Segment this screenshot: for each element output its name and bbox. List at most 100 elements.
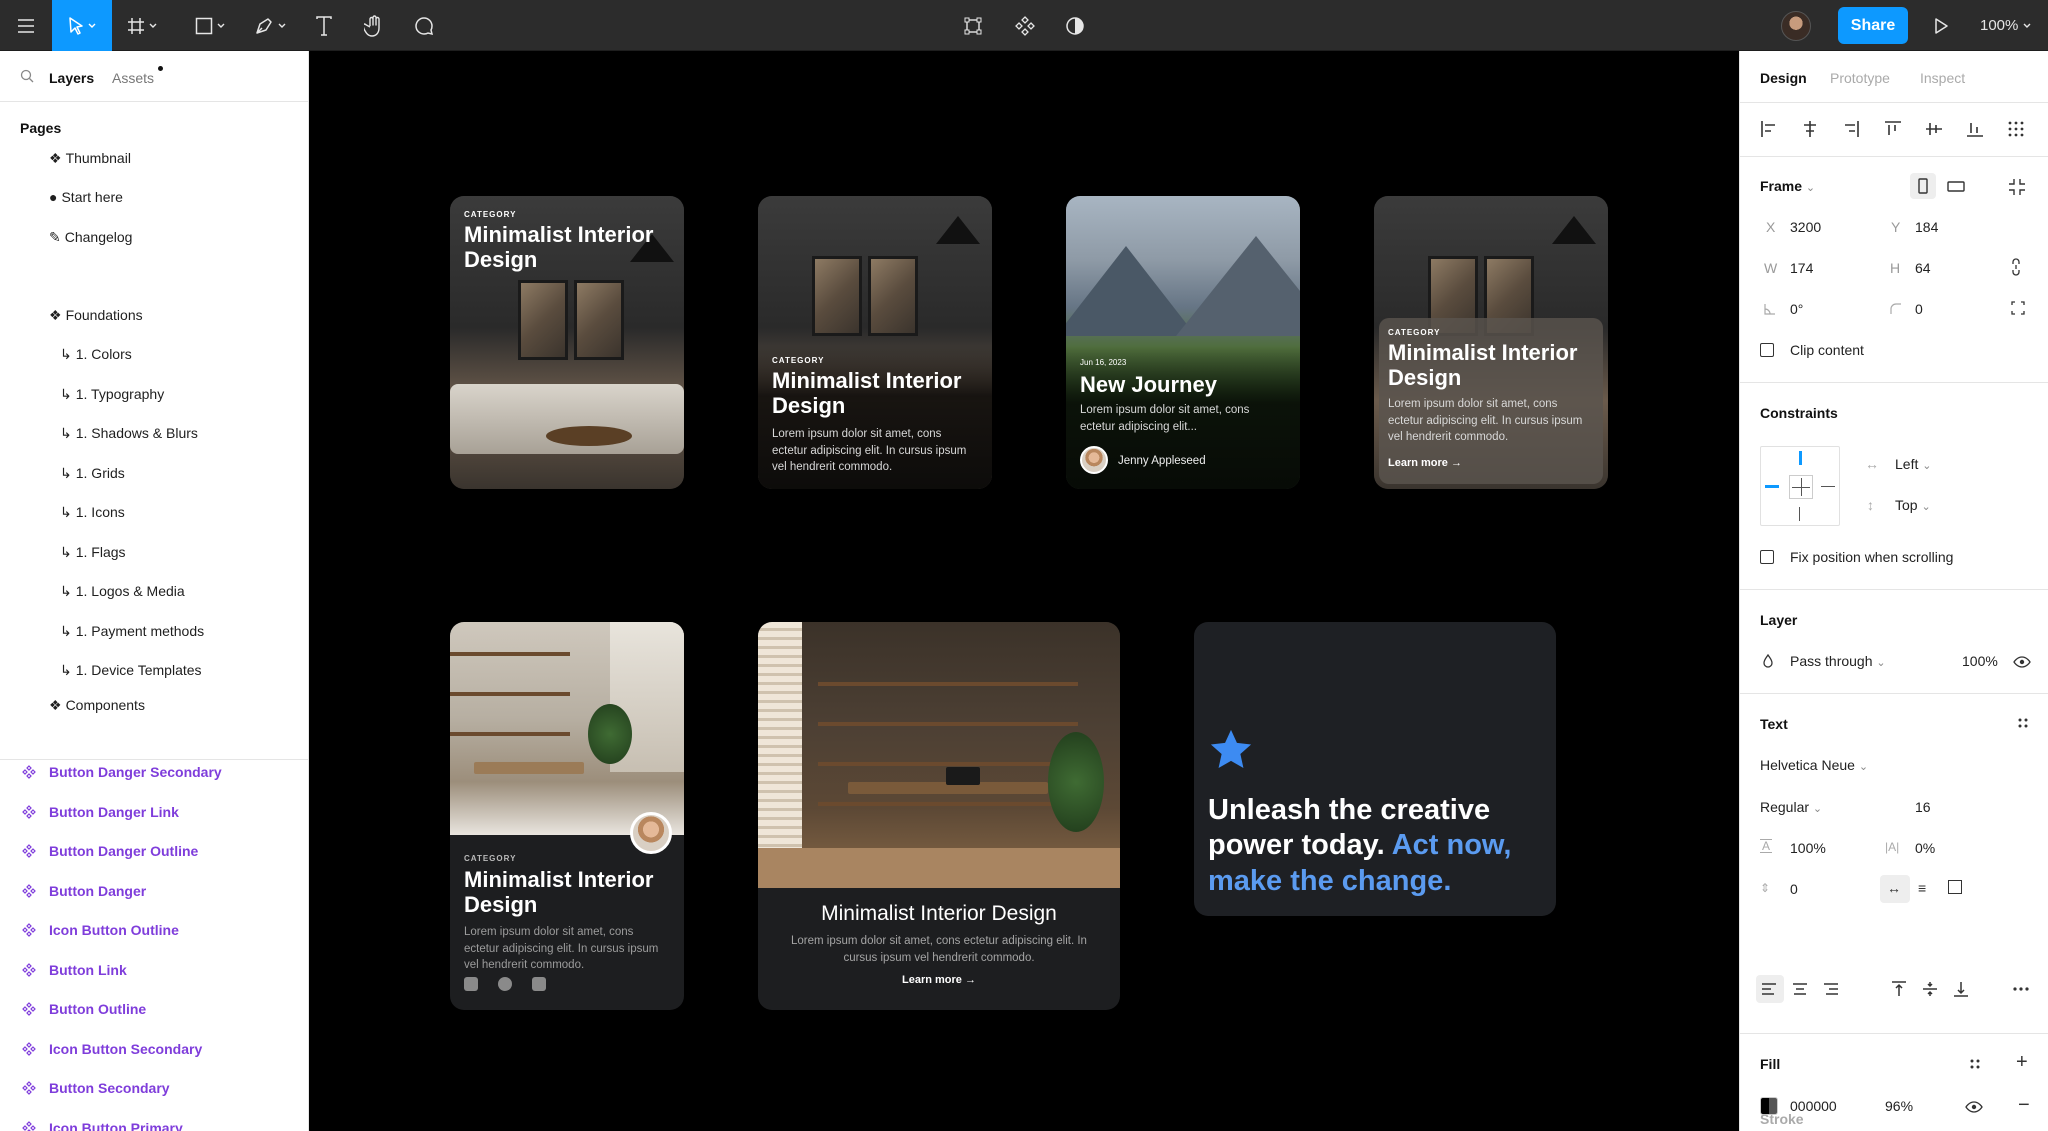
font-weight-select[interactable]: Regular ⌄: [1760, 799, 1822, 815]
y-input[interactable]: 184: [1915, 219, 1938, 235]
page-item[interactable]: ↳ 1. Logos & Media: [60, 583, 185, 600]
main-menu-icon[interactable]: [8, 0, 44, 51]
move-tool-icon[interactable]: [52, 0, 112, 51]
portrait-frame-icon[interactable]: [1918, 178, 1928, 194]
cta-card[interactable]: Unleash the creative power today. Act no…: [1194, 622, 1556, 916]
tab-layers[interactable]: Layers: [49, 70, 94, 86]
layer-opacity-input[interactable]: 100%: [1962, 653, 1998, 669]
text-align-bottom-icon[interactable]: [1952, 980, 1970, 998]
horizontal-constraint-select[interactable]: Left ⌄: [1895, 456, 1931, 472]
blend-mode-select[interactable]: Pass through ⌄: [1790, 653, 1886, 669]
constraint-center[interactable]: [1789, 475, 1813, 499]
component-item[interactable]: Button Secondary: [49, 1080, 170, 1096]
theme-toggle-icon[interactable]: [1058, 0, 1092, 51]
fill-styles-grid-icon[interactable]: [1969, 1058, 1981, 1070]
dribbble-icon[interactable]: [498, 977, 512, 991]
card-interior-2[interactable]: CATEGORY Minimalist Interior Design Lore…: [758, 196, 992, 489]
frame-tool-icon[interactable]: [114, 0, 170, 51]
align-top-icon[interactable]: [1884, 120, 1902, 138]
font-size-input[interactable]: 16: [1915, 799, 1931, 815]
text-align-center-icon[interactable]: [1791, 980, 1809, 998]
tab-design[interactable]: Design: [1760, 70, 1807, 86]
page-item[interactable]: ❖ Foundations: [49, 307, 143, 324]
constraint-right[interactable]: [1821, 486, 1835, 487]
shape-tool-icon[interactable]: [186, 0, 234, 51]
align-vertical-center-icon[interactable]: [1925, 120, 1943, 138]
constraint-bottom[interactable]: [1799, 507, 1800, 521]
resize-to-fit-icon[interactable]: [2008, 178, 2026, 196]
eye-icon[interactable]: [1965, 1101, 1983, 1113]
more-options-icon[interactable]: [2012, 980, 2030, 998]
vertical-constraint-select[interactable]: Top ⌄: [1895, 497, 1931, 513]
text-align-middle-icon[interactable]: [1921, 980, 1939, 998]
page-item[interactable]: ↳ 1. Grids: [60, 465, 125, 482]
x-input[interactable]: 3200: [1790, 219, 1821, 235]
component-item[interactable]: Button Link: [49, 962, 127, 978]
letter-spacing-input[interactable]: 0%: [1915, 840, 1935, 856]
text-tool-icon[interactable]: [306, 0, 342, 51]
hand-tool-icon[interactable]: [356, 0, 392, 51]
font-family-select[interactable]: Helvetica Neue ⌄: [1760, 757, 1868, 773]
search-icon[interactable]: [20, 69, 34, 83]
page-item[interactable]: ↳ 1. Flags: [60, 544, 126, 561]
page-item[interactable]: ✎ Changelog: [49, 229, 132, 246]
text-align-left-icon[interactable]: [1760, 980, 1778, 998]
paragraph-spacing-input[interactable]: 0: [1790, 881, 1798, 897]
auto-width-icon[interactable]: ↔: [1887, 880, 1901, 896]
page-item[interactable]: ↳ 1. Colors: [60, 346, 132, 363]
card-interior-glass[interactable]: CATEGORY Minimalist Interior Design Lore…: [1374, 196, 1608, 489]
constraint-left[interactable]: [1765, 485, 1779, 488]
landscape-frame-icon[interactable]: [1947, 181, 1965, 192]
component-item[interactable]: Button Danger Outline: [49, 843, 198, 859]
page-item[interactable]: ❖ Components: [49, 697, 145, 714]
user-avatar[interactable]: [1781, 11, 1811, 41]
add-fill-icon[interactable]: +: [2016, 1051, 2028, 1074]
align-bottom-icon[interactable]: [1966, 120, 1984, 138]
distribute-icon[interactable]: [2007, 120, 2025, 138]
align-right-icon[interactable]: [1842, 120, 1860, 138]
learn-more-link[interactable]: Learn more →: [758, 974, 1120, 986]
page-item[interactable]: ❖ Thumbnail: [49, 150, 131, 167]
tab-assets[interactable]: Assets: [112, 70, 154, 86]
text-styles-grid-icon[interactable]: [2017, 717, 2029, 729]
text-align-top-icon[interactable]: [1890, 980, 1908, 998]
present-play-icon[interactable]: [1926, 0, 1956, 51]
page-item[interactable]: ↳ 1. Shadows & Blurs: [60, 425, 198, 442]
page-item[interactable]: ↳ 1. Payment methods: [60, 623, 204, 640]
page-item[interactable]: ↳ 1. Icons: [60, 504, 125, 521]
canvas[interactable]: CATEGORY Minimalist Interior Design CATE…: [310, 51, 1739, 1131]
constrain-proportions-icon[interactable]: [2011, 258, 2021, 276]
radius-input[interactable]: 0: [1915, 301, 1923, 317]
component-frame-icon[interactable]: [956, 0, 990, 51]
constraint-top[interactable]: [1799, 451, 1802, 465]
components-icon[interactable]: [1008, 0, 1042, 51]
auto-height-icon[interactable]: ≡: [1918, 880, 1926, 896]
page-item[interactable]: ↳ 1. Device Templates: [60, 662, 202, 679]
page-item[interactable]: ● Start here: [49, 189, 123, 205]
page-item[interactable]: ↳ 1. Typography: [60, 386, 164, 403]
fix-position-checkbox[interactable]: [1760, 550, 1774, 564]
align-horizontal-center-icon[interactable]: [1801, 120, 1819, 138]
component-item[interactable]: Button Danger Link: [49, 804, 179, 820]
pen-tool-icon[interactable]: [246, 0, 294, 51]
line-height-input[interactable]: 100%: [1790, 840, 1826, 856]
fill-opacity-input[interactable]: 96%: [1885, 1098, 1913, 1114]
frame-dropdown[interactable]: Frame ⌄: [1760, 178, 1815, 194]
card-interior-profile[interactable]: CATEGORY Minimalist Interior Design Lore…: [450, 622, 684, 1010]
tab-prototype[interactable]: Prototype: [1830, 70, 1890, 86]
clip-content-checkbox[interactable]: [1760, 343, 1774, 357]
remove-fill-icon[interactable]: −: [2018, 1094, 2030, 1117]
tab-inspect[interactable]: Inspect: [1920, 70, 1965, 86]
component-item[interactable]: Icon Button Primary: [49, 1120, 183, 1131]
component-item[interactable]: Icon Button Outline: [49, 922, 179, 938]
instagram-icon[interactable]: [532, 977, 546, 991]
component-item[interactable]: Button Outline: [49, 1001, 146, 1017]
zoom-dropdown[interactable]: 100%: [1980, 0, 2031, 51]
learn-more-link[interactable]: Learn more →: [1388, 457, 1462, 469]
constraints-widget[interactable]: [1760, 446, 1840, 526]
text-align-right-icon[interactable]: [1822, 980, 1840, 998]
component-item[interactable]: Button Danger Secondary: [49, 764, 222, 780]
h-input[interactable]: 64: [1915, 260, 1931, 276]
card-interior-wide[interactable]: Minimalist Interior Design Lorem ipsum d…: [758, 622, 1120, 1010]
independent-corners-icon[interactable]: [2011, 301, 2025, 315]
